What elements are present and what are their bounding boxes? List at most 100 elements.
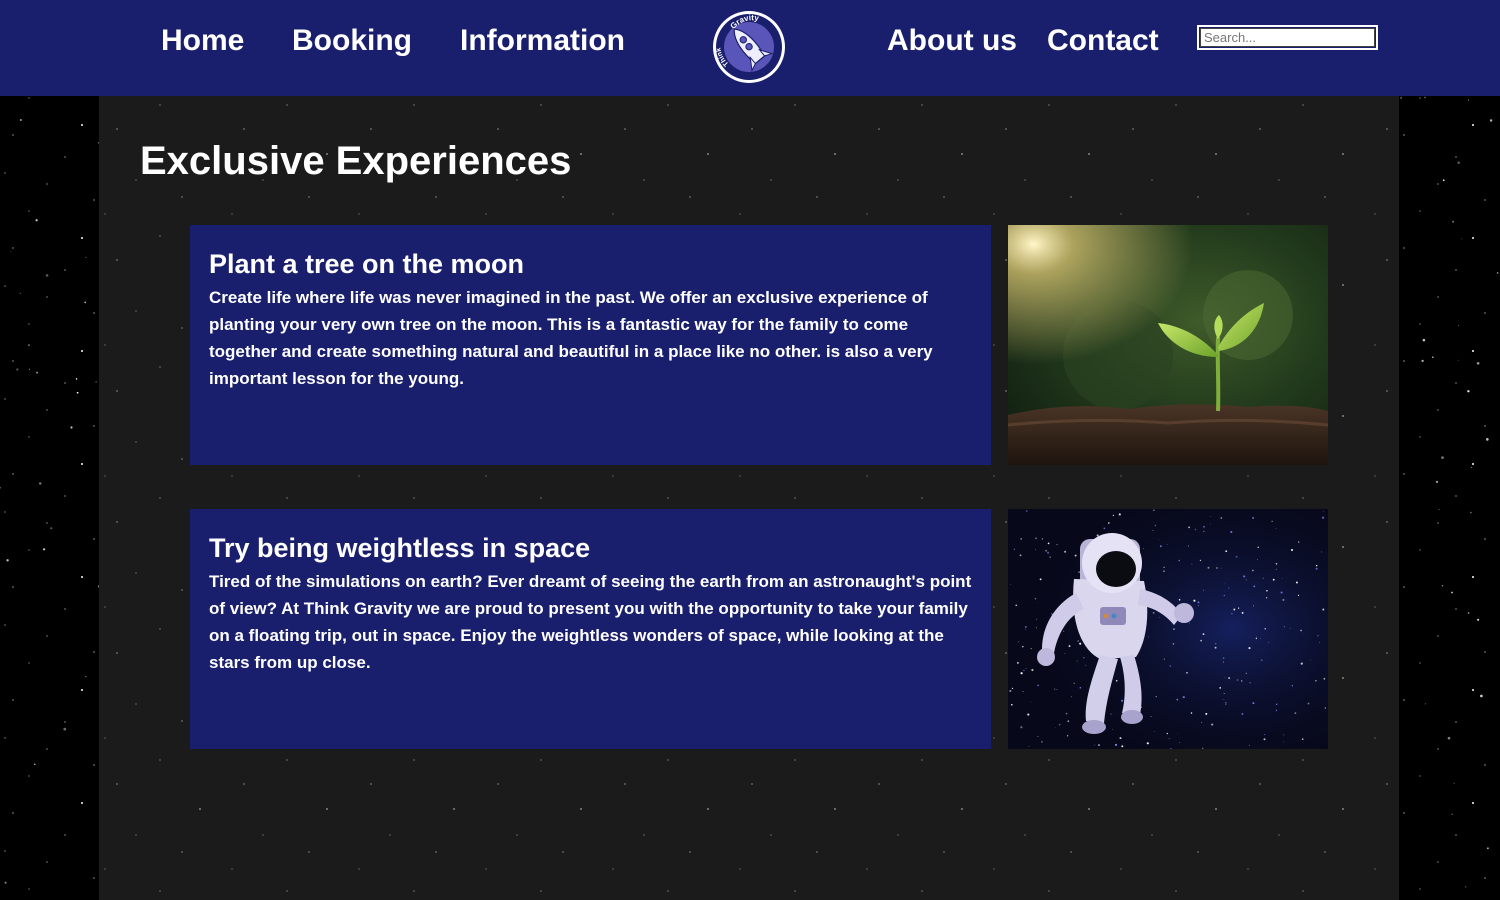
star xyxy=(1121,699,1124,702)
star xyxy=(1203,525,1205,528)
star xyxy=(1028,745,1030,747)
star xyxy=(1065,712,1068,715)
star xyxy=(95,381,97,383)
star xyxy=(1496,272,1499,274)
star xyxy=(1114,743,1118,746)
star xyxy=(1295,581,1298,584)
star xyxy=(1297,594,1300,596)
star xyxy=(1201,721,1203,723)
star xyxy=(1271,520,1273,522)
search-box xyxy=(1197,25,1378,50)
star xyxy=(1207,566,1210,569)
star xyxy=(1011,703,1013,706)
star xyxy=(1447,736,1451,740)
star xyxy=(1170,747,1172,749)
star xyxy=(1422,338,1426,342)
star xyxy=(1210,523,1211,525)
star xyxy=(1050,613,1053,615)
star xyxy=(1073,682,1075,684)
star xyxy=(1252,605,1255,607)
star xyxy=(1193,599,1196,602)
star xyxy=(1225,550,1228,553)
star xyxy=(1275,563,1278,565)
star xyxy=(1302,632,1304,634)
star xyxy=(1037,684,1039,687)
star xyxy=(1079,686,1082,689)
star xyxy=(20,119,22,121)
star xyxy=(1245,579,1247,581)
star xyxy=(1076,660,1078,662)
star xyxy=(0,486,2,489)
star xyxy=(1084,664,1087,666)
star xyxy=(50,527,53,530)
nav-link-information[interactable]: Information xyxy=(460,21,625,61)
experience-title: Try being weightless in space xyxy=(209,533,591,563)
star xyxy=(1188,622,1190,624)
nav-link-about-us[interactable]: About us xyxy=(887,21,1017,61)
star xyxy=(1035,548,1037,550)
experience-title: Plant a tree on the moon xyxy=(209,249,525,279)
search-input[interactable] xyxy=(1200,28,1375,47)
star xyxy=(1071,696,1072,698)
star xyxy=(1036,618,1038,620)
star xyxy=(1013,548,1016,550)
star xyxy=(1152,529,1154,531)
nav-link-contact[interactable]: Contact xyxy=(1047,21,1159,61)
nav-link-home[interactable]: Home xyxy=(161,21,244,61)
star xyxy=(45,274,49,277)
star xyxy=(1041,538,1044,540)
star xyxy=(1301,738,1304,740)
star xyxy=(1223,594,1226,597)
star xyxy=(1438,509,1440,511)
star xyxy=(1240,680,1243,682)
star xyxy=(1020,672,1023,675)
star xyxy=(1470,511,1472,514)
star xyxy=(36,371,39,374)
star xyxy=(28,368,30,370)
star xyxy=(1056,543,1058,546)
star xyxy=(1018,641,1020,643)
star xyxy=(35,219,38,222)
star xyxy=(1248,647,1251,650)
star xyxy=(27,344,30,347)
star xyxy=(1264,734,1266,736)
star xyxy=(1283,741,1284,743)
star xyxy=(1467,612,1470,614)
star xyxy=(76,391,79,394)
star xyxy=(1176,698,1179,701)
star xyxy=(1074,554,1077,557)
star xyxy=(1022,690,1024,693)
star xyxy=(1282,598,1285,601)
star xyxy=(1317,635,1319,637)
star xyxy=(1163,566,1165,568)
star xyxy=(1231,613,1233,615)
star xyxy=(1451,591,1453,594)
star xyxy=(1027,713,1030,716)
star xyxy=(1214,646,1217,649)
star xyxy=(1224,583,1226,585)
star xyxy=(1031,668,1034,672)
star xyxy=(1222,657,1225,659)
star xyxy=(1275,568,1277,570)
star xyxy=(1281,578,1283,579)
star xyxy=(1078,571,1080,573)
star xyxy=(1172,643,1175,645)
star xyxy=(1315,680,1317,682)
star xyxy=(1056,689,1058,690)
star xyxy=(1030,701,1032,703)
star xyxy=(1283,626,1285,628)
star xyxy=(1009,689,1012,693)
nav-link-booking[interactable]: Booking xyxy=(292,21,412,61)
star xyxy=(1159,616,1161,618)
star xyxy=(1020,726,1023,729)
star xyxy=(1188,526,1190,529)
star xyxy=(1077,640,1080,642)
star xyxy=(1485,438,1489,441)
star xyxy=(1431,356,1434,359)
astronaut-photo xyxy=(1008,509,1328,749)
star xyxy=(1268,641,1270,643)
star xyxy=(10,251,12,253)
star xyxy=(1019,554,1022,557)
star xyxy=(1178,599,1181,601)
think-gravity-logo[interactable]: Gravity Think xyxy=(711,9,787,85)
